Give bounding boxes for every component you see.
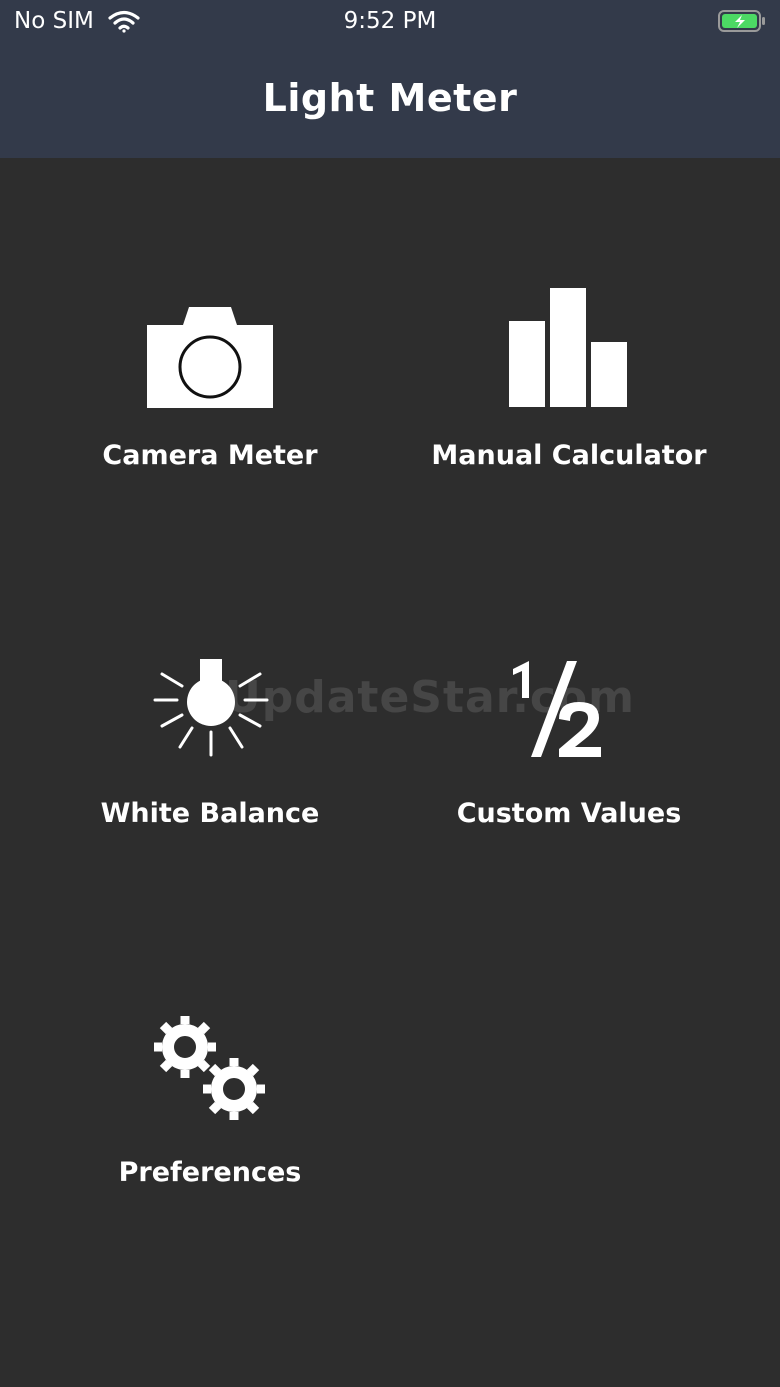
app-header: No SIM 9:52 PM Light Meter (0, 0, 780, 158)
menu-item-label: Preferences (118, 1157, 302, 1188)
custom-values-button[interactable]: Custom Values (389, 636, 749, 866)
white-balance-button[interactable]: White Balance (30, 636, 390, 866)
camera-meter-button[interactable]: Camera Meter (30, 278, 390, 508)
menu-item-label: White Balance (100, 798, 320, 829)
bar-chart-icon (509, 288, 627, 407)
page-title: Light Meter (262, 76, 518, 120)
menu-item-label: Manual Calculator (431, 440, 707, 471)
status-bar: No SIM 9:52 PM (0, 0, 780, 44)
clock: 9:52 PM (343, 8, 437, 34)
gears-icon (154, 1016, 265, 1120)
menu-item-label: Custom Values (456, 798, 682, 829)
watermark: UpdateStar.com (225, 672, 635, 723)
menu-item-label: Camera Meter (102, 440, 318, 471)
preferences-button[interactable]: Preferences (30, 995, 390, 1225)
manual-calculator-button[interactable]: Manual Calculator (389, 278, 749, 508)
menu-grid: Camera Meter Manual Calculator White Bal… (0, 158, 780, 1387)
battery-icon (718, 10, 765, 32)
camera-icon (147, 307, 273, 408)
